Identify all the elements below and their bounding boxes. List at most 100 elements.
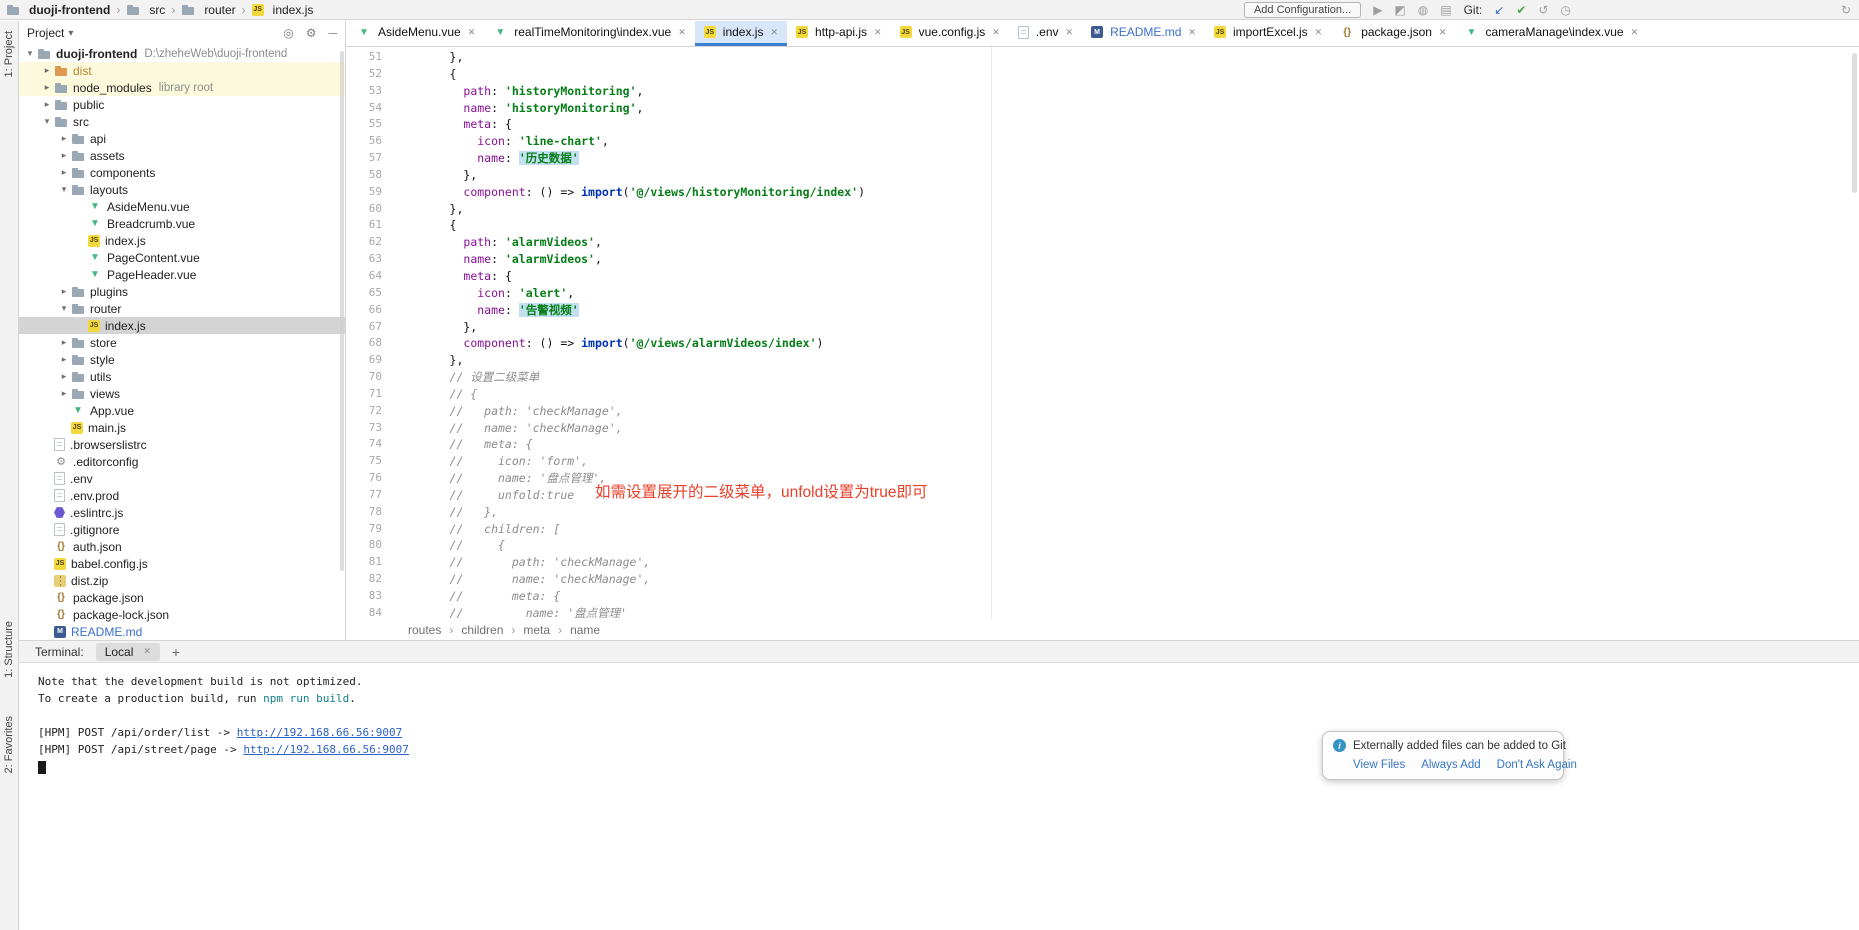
code-line[interactable]: 66 name: '告警视频' [346, 302, 1859, 319]
code-line[interactable]: 75 // icon: 'form', [346, 453, 1859, 470]
close-tab-icon[interactable]: ✕ [1315, 27, 1323, 38]
profiler-icon[interactable]: ▤ [1440, 4, 1451, 16]
tree-row[interactable]: .env.prod [19, 487, 345, 504]
tree-row[interactable]: ▾layouts [19, 181, 345, 198]
tree-row[interactable]: {}package-lock.json [19, 606, 345, 623]
code-line[interactable]: 71 // { [346, 386, 1859, 403]
gear-icon[interactable]: ⚙ [306, 26, 317, 40]
update-project-icon[interactable]: ↙ [1494, 4, 1504, 16]
breadcrumb-item[interactable]: JSindex.js [252, 3, 314, 17]
tree-row[interactable]: ▸api [19, 130, 345, 147]
tree-row[interactable]: ▸assets [19, 147, 345, 164]
chevron-down-icon[interactable]: ▾ [57, 303, 71, 314]
code-line[interactable]: 70 // 设置二级菜单 [346, 369, 1859, 386]
project-scrollbar[interactable] [340, 51, 344, 571]
code-line[interactable]: 58 }, [346, 167, 1859, 184]
tree-row[interactable]: ▾duoji-frontendD:\zheheWeb\duoji-fronten… [19, 45, 345, 62]
breadcrumb-item[interactable]: name [570, 623, 600, 637]
history-icon[interactable]: ◷ [1560, 4, 1570, 16]
code-line[interactable]: 80 // { [346, 537, 1859, 554]
locate-file-icon[interactable]: ◎ [283, 26, 293, 40]
code-line[interactable]: 53 path: 'historyMonitoring', [346, 83, 1859, 100]
editor-tab[interactable]: ▼AsideMenu.vue✕ [348, 21, 484, 46]
chevron-right-icon[interactable]: ▸ [57, 133, 71, 144]
code-line[interactable]: 67 }, [346, 319, 1859, 336]
code-line[interactable]: 63 name: 'alarmVideos', [346, 251, 1859, 268]
tree-row[interactable]: .env [19, 470, 345, 487]
editor-tab[interactable]: .env✕ [1009, 21, 1082, 46]
code-line[interactable]: 57 name: '历史数据' [346, 150, 1859, 167]
breadcrumb-item[interactable]: meta [523, 623, 550, 637]
tree-row[interactable]: ▼PageHeader.vue [19, 266, 345, 283]
chevron-down-icon[interactable]: ▾ [23, 48, 37, 59]
tree-row[interactable]: ▸public [19, 96, 345, 113]
notification-action[interactable]: View Files [1353, 759, 1405, 771]
code-line[interactable]: 78 // }, [346, 504, 1859, 521]
code-line[interactable]: 76 // name: '盘点管理', [346, 470, 1859, 487]
tree-row[interactable]: ▸style [19, 351, 345, 368]
editor-tab[interactable]: MREADME.md✕ [1082, 21, 1205, 46]
editor-tab[interactable]: JSindex.js✕ [695, 21, 787, 46]
tree-row[interactable]: ▼Breadcrumb.vue [19, 215, 345, 232]
code-line[interactable]: 79 // children: [ [346, 521, 1859, 538]
tree-row[interactable]: ▼PageContent.vue [19, 249, 345, 266]
close-tab-icon[interactable]: ✕ [1188, 27, 1196, 38]
tree-row[interactable]: ▸plugins [19, 283, 345, 300]
coverage-icon[interactable]: ◍ [1418, 4, 1428, 16]
code-line[interactable]: 60 }, [346, 201, 1859, 218]
terminal-output[interactable]: Note that the development build is not o… [19, 663, 1859, 775]
chevron-down-icon[interactable]: ▾ [57, 184, 71, 195]
breadcrumb-item[interactable]: children [461, 623, 503, 637]
tree-row[interactable]: .browserslistrc [19, 436, 345, 453]
breadcrumb-item[interactable]: router [181, 3, 235, 17]
tree-row[interactable]: ▸views [19, 385, 345, 402]
close-tab-icon[interactable]: ✕ [143, 646, 151, 657]
code-line[interactable]: 65 icon: 'alert', [346, 285, 1859, 302]
close-tab-icon[interactable]: ✕ [992, 27, 1000, 38]
code-line[interactable]: 51 }, [346, 49, 1859, 66]
hide-panel-icon[interactable]: ─ [328, 26, 337, 40]
chevron-right-icon[interactable]: ▸ [57, 388, 71, 399]
tree-row[interactable]: dist.zip [19, 572, 345, 589]
debug-icon[interactable]: ◩ [1394, 4, 1405, 16]
tree-row[interactable]: {}package.json [19, 589, 345, 606]
close-tab-icon[interactable]: ✕ [1631, 27, 1639, 38]
code-line[interactable]: 68 component: () => import('@/views/alar… [346, 335, 1859, 352]
tree-row[interactable]: ▾src [19, 113, 345, 130]
terminal-link[interactable]: http://192.168.66.56:9007 [243, 743, 409, 756]
editor-tab[interactable]: {}package.json✕ [1331, 21, 1455, 46]
tree-row[interactable]: JSindex.js [19, 317, 345, 334]
code-editor[interactable]: 51 },52 {53 path: 'historyMonitoring',54… [346, 47, 1859, 620]
close-tab-icon[interactable]: ✕ [468, 27, 476, 38]
chevron-down-icon[interactable]: ▾ [68, 28, 73, 39]
tree-row[interactable]: ▸store [19, 334, 345, 351]
chevron-right-icon[interactable]: ▸ [57, 371, 71, 382]
code-line[interactable]: 55 meta: { [346, 116, 1859, 133]
editor-tab[interactable]: JSvue.config.js✕ [891, 21, 1009, 46]
tree-row[interactable]: {}auth.json [19, 538, 345, 555]
code-line[interactable]: 61 { [346, 217, 1859, 234]
code-line[interactable]: 84 // name: '盘点管理' [346, 605, 1859, 620]
editor-tab[interactable]: JShttp-api.js✕ [787, 21, 891, 46]
code-line[interactable]: 82 // name: 'checkManage', [346, 571, 1859, 588]
tree-row[interactable]: JSindex.js [19, 232, 345, 249]
tree-row[interactable]: JSmain.js [19, 419, 345, 436]
chevron-right-icon[interactable]: ▸ [40, 82, 54, 93]
breadcrumb-item[interactable]: duoji-frontend [6, 3, 110, 17]
chevron-right-icon[interactable]: ▸ [57, 167, 71, 178]
code-line[interactable]: 72 // path: 'checkManage', [346, 403, 1859, 420]
code-line[interactable]: 54 name: 'historyMonitoring', [346, 100, 1859, 117]
tree-row[interactable]: ▸dist [19, 62, 345, 79]
tree-row[interactable]: ▸node_moduleslibrary root [19, 79, 345, 96]
tree-row[interactable]: .gitignore [19, 521, 345, 538]
add-configuration-button[interactable]: Add Configuration... [1244, 2, 1361, 18]
tool-button-favorites[interactable]: 2: Favorites [3, 716, 15, 773]
code-line[interactable]: 56 icon: 'line-chart', [346, 133, 1859, 150]
code-line[interactable]: 59 component: () => import('@/views/hist… [346, 184, 1859, 201]
code-line[interactable]: 83 // meta: { [346, 588, 1859, 605]
tool-button-project[interactable]: 1: Project [3, 31, 15, 77]
tree-row[interactable]: ▾router [19, 300, 345, 317]
tree-row[interactable]: ▼App.vue [19, 402, 345, 419]
editor-tab[interactable]: ▼cameraManage\index.vue✕ [1455, 21, 1647, 46]
close-tab-icon[interactable]: ✕ [770, 27, 778, 38]
